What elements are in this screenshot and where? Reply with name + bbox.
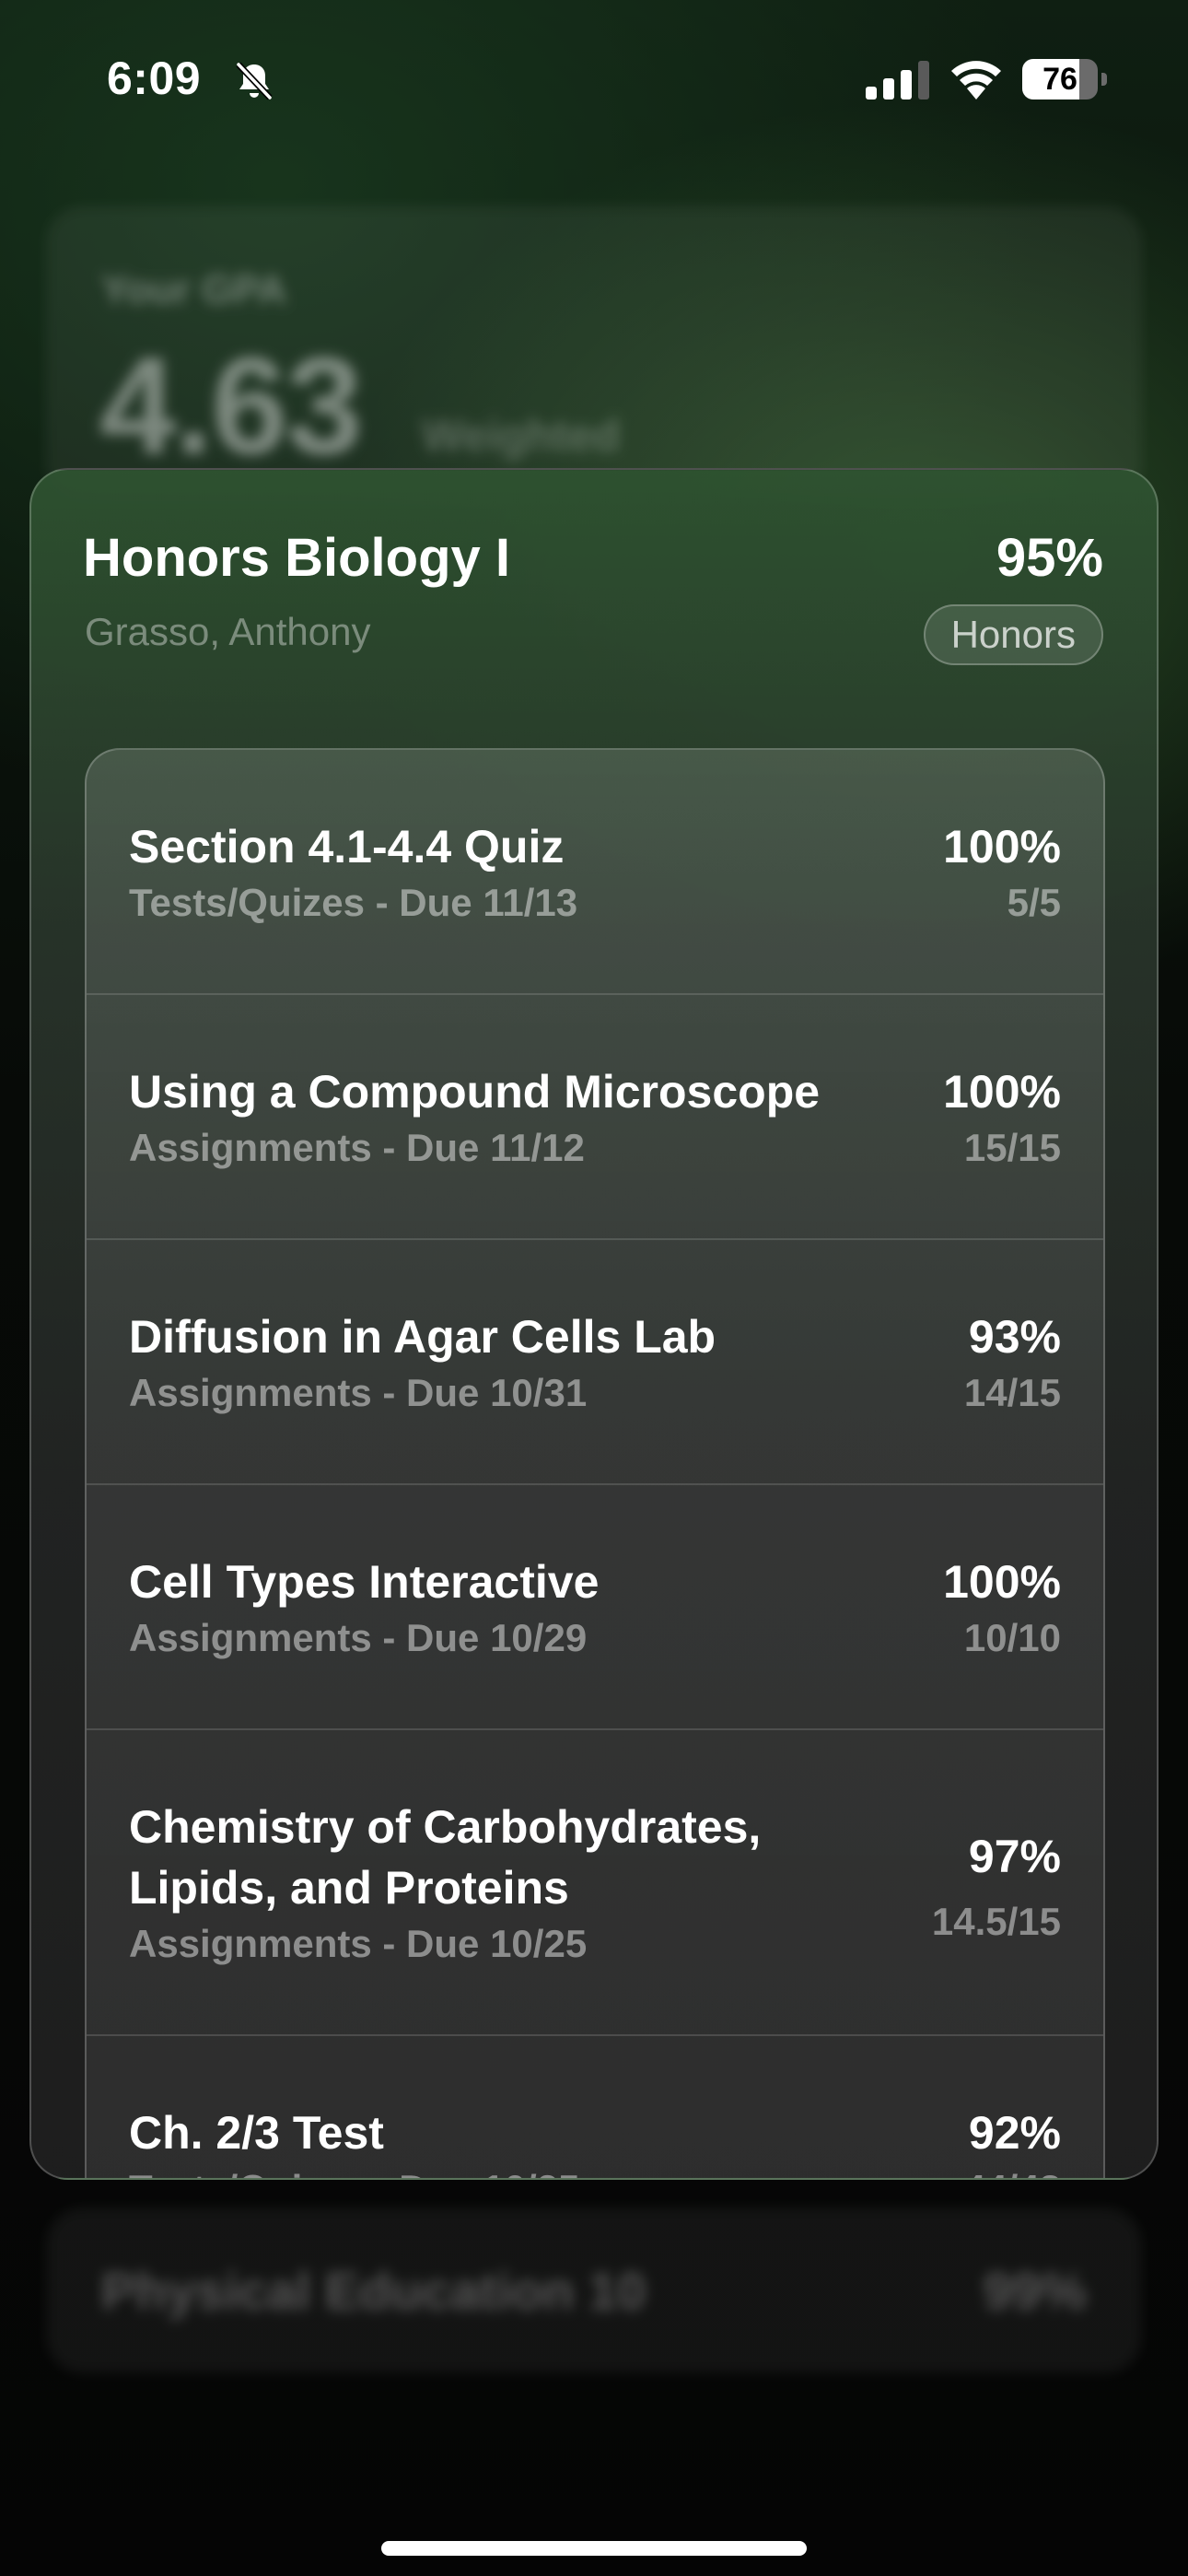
assignment-score: 5/5	[1007, 881, 1061, 924]
course-title: Honors Biology I	[83, 528, 510, 588]
home-indicator[interactable]	[381, 2541, 807, 2556]
battery-nub	[1101, 73, 1107, 86]
assignment-percent: 93%	[968, 1311, 1061, 1363]
assignment-score: 10/10	[963, 1616, 1061, 1659]
assignment-title-line-2: Lipids, and Proteins	[129, 1862, 569, 1914]
assignment-score: 15/15	[963, 1126, 1061, 1169]
assignment-score: 14/15	[963, 1371, 1061, 1414]
assignment-score: 14.5/15	[931, 1900, 1061, 1943]
gpa-value: 4.63	[99, 328, 363, 483]
assignment-percent: 97%	[968, 1831, 1061, 1882]
course-card-physical-education[interactable]: Physical Education 10 99%	[46, 2207, 1142, 2373]
bell-slash-icon	[236, 62, 273, 100]
assignment-category-due: Assignments - Due 11/12	[129, 1126, 585, 1169]
assignment-row[interactable]: Section 4.1-4.4 Quiz Tests/Quizes - Due …	[87, 750, 1103, 995]
assignment-row[interactable]: Chemistry of Carbohydrates, Lipids, and …	[87, 1730, 1103, 2036]
assignment-percent: 100%	[943, 821, 1061, 872]
course-detail-card[interactable]: Honors Biology I 95% Grasso, Anthony Hon…	[29, 468, 1159, 2180]
battery-level: 76	[1042, 62, 1077, 97]
assignment-row[interactable]: Ch. 2/3 Test Tests/Quizes - Due 10/25 92…	[87, 2036, 1103, 2178]
course-grade: 99%	[983, 2262, 1087, 2320]
assignment-row[interactable]: Cell Types Interactive Assignments - Due…	[87, 1485, 1103, 1730]
assignment-category-due: Tests/Quizes - Due 11/13	[129, 881, 578, 924]
status-time: 6:09	[107, 53, 202, 104]
gpa-card: Your GPA 4.63 Weighted	[46, 206, 1142, 501]
course-grade: 95%	[996, 528, 1103, 588]
assignment-percent: 100%	[943, 1066, 1061, 1118]
gpa-type: Weighted	[422, 412, 621, 461]
assignment-row[interactable]: Diffusion in Agar Cells Lab Assignments …	[87, 1240, 1103, 1485]
assignment-category-due: Assignments - Due 10/29	[129, 1616, 588, 1659]
assignment-title: Cell Types Interactive	[129, 1556, 600, 1608]
teacher-name: Grasso, Anthony	[85, 610, 371, 653]
battery-body: 76	[1022, 59, 1098, 100]
honors-badge: Honors	[923, 604, 1103, 665]
assignment-title: Using a Compound Microscope	[129, 1066, 821, 1118]
assignment-title: Ch. 2/3 Test	[129, 2107, 384, 2159]
gpa-label: Your GPA	[101, 267, 287, 312]
assignment-title-line-1: Chemistry of Carbohydrates,	[129, 1801, 762, 1853]
assignment-category-due: Assignments - Due 10/31	[129, 1371, 588, 1414]
assignment-percent: 100%	[943, 1556, 1061, 1608]
cellular-signal-icon	[866, 61, 929, 100]
assignment-percent: 92%	[968, 2107, 1061, 2159]
assignment-category-due: Assignments - Due 10/25	[129, 1922, 588, 1965]
wifi-icon	[951, 61, 1001, 100]
course-name: Physical Education 10	[101, 2262, 646, 2320]
assignment-score: 44/48	[964, 2163, 1061, 2178]
assignment-title: Section 4.1-4.4 Quiz	[129, 821, 565, 872]
assignment-list[interactable]: Section 4.1-4.4 Quiz Tests/Quizes - Due …	[85, 748, 1105, 2178]
battery-icon: 76	[1022, 59, 1107, 100]
assignment-category-due: Tests/Quizes - Due 10/25	[129, 2163, 884, 2178]
status-bar: 6:09 76	[0, 0, 1188, 157]
assignment-title: Diffusion in Agar Cells Lab	[129, 1311, 716, 1363]
assignment-row[interactable]: Using a Compound Microscope Assignments …	[87, 995, 1103, 1240]
